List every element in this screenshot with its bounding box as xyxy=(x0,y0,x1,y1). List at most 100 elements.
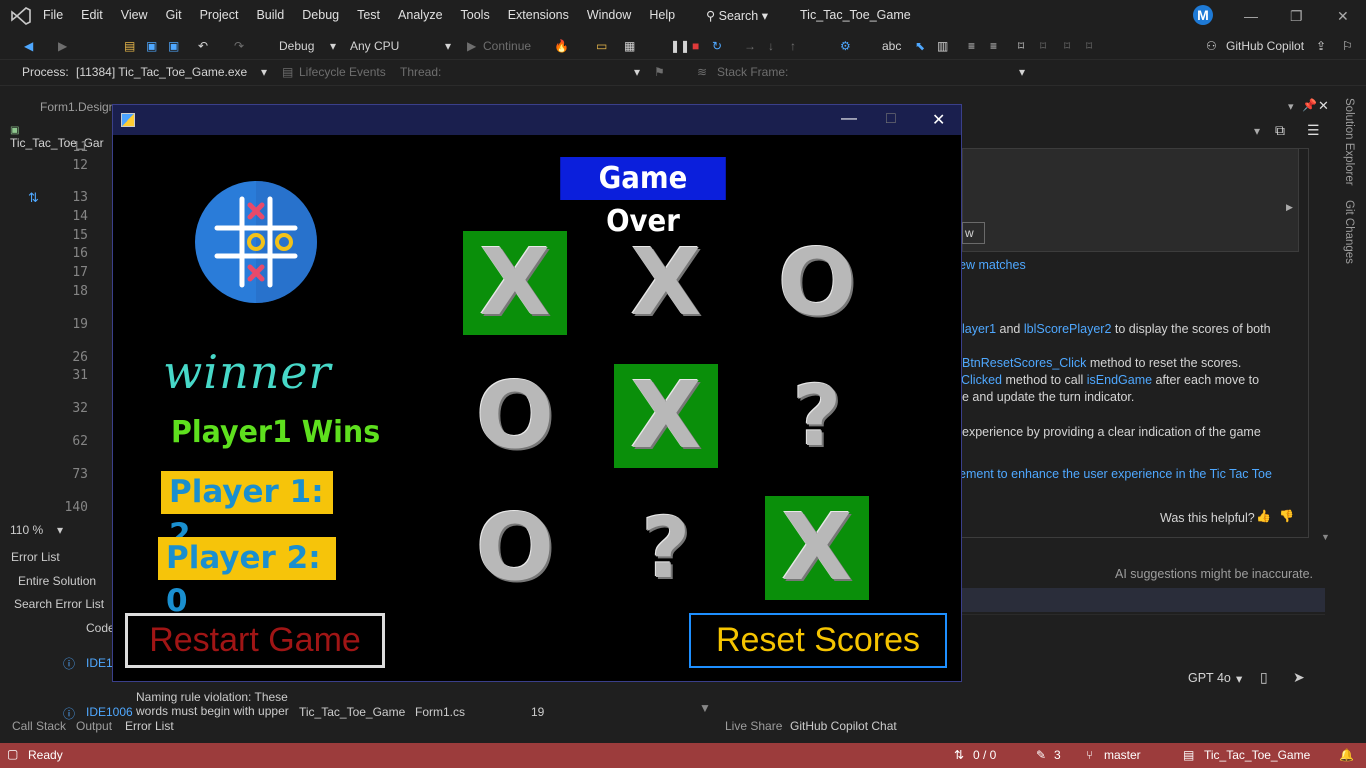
hot-reload-icon[interactable]: 🔥 xyxy=(554,39,569,53)
search-box[interactable]: ⚲ Search ▾ xyxy=(706,8,768,23)
menu-file[interactable]: File xyxy=(34,8,72,22)
tab-output[interactable]: Output xyxy=(76,719,112,733)
indent-icon[interactable]: ≡ xyxy=(968,39,975,53)
board-cell[interactable]: O xyxy=(765,231,869,335)
search-error-list-input[interactable]: Search Error List xyxy=(14,597,104,611)
redo-icon[interactable]: ↷ xyxy=(234,39,244,53)
save-icon[interactable]: ▣ xyxy=(146,39,157,53)
suggestion-link[interactable]: ement to enhance the user experience in … xyxy=(959,467,1272,481)
outdent-icon[interactable]: ≡ xyxy=(990,39,997,53)
code-ref[interactable]: Clicked xyxy=(961,373,1002,387)
bookmark-next-icon[interactable]: ⌑ xyxy=(1064,39,1070,53)
thumbs-up-icon[interactable]: 👍 xyxy=(1256,509,1271,523)
reset-scores-button[interactable]: Reset Scores xyxy=(689,613,947,668)
menu-edit[interactable]: Edit xyxy=(72,8,112,22)
codelens-icon[interactable]: ⇅ xyxy=(28,190,39,206)
menu-icon[interactable]: ☰ xyxy=(1307,122,1320,139)
notifications-icon[interactable]: 🔔 xyxy=(1339,748,1354,762)
tab-copilot-chat[interactable]: GitHub Copilot Chat xyxy=(790,719,897,733)
view-matches-link[interactable]: ew matches xyxy=(959,258,1026,272)
back-icon[interactable]: ◀ xyxy=(24,39,33,53)
board-cell[interactable]: ? xyxy=(765,364,869,468)
git-changes-tab[interactable]: Git Changes xyxy=(1343,200,1355,264)
menu-build[interactable]: Build xyxy=(247,8,293,22)
sync-count[interactable]: 0 / 0 xyxy=(973,748,996,762)
undo-icon[interactable]: ↶ xyxy=(198,39,208,53)
open-folder-icon[interactable]: ▤ xyxy=(124,39,135,53)
board-cell[interactable]: O xyxy=(463,496,567,600)
minimize-icon[interactable]: — xyxy=(1244,8,1258,24)
board-cell[interactable]: X xyxy=(765,496,869,600)
share-icon[interactable]: ⇪ xyxy=(1316,39,1326,53)
spell-check-icon[interactable]: abc xyxy=(882,39,901,53)
chevron-down-icon[interactable]: ▾ xyxy=(1254,124,1260,138)
view-button[interactable]: w xyxy=(962,222,985,244)
menu-test[interactable]: Test xyxy=(348,8,389,22)
bookmark-clear-icon[interactable]: ⌑ xyxy=(1086,39,1092,53)
menu-extensions[interactable]: Extensions xyxy=(499,8,578,22)
board-cell[interactable]: X xyxy=(614,364,718,468)
bookmark-icon[interactable]: ⌑ xyxy=(1018,39,1024,53)
code-column-header[interactable]: Code xyxy=(86,621,115,635)
menu-view[interactable]: View xyxy=(112,8,157,22)
copilot-button[interactable]: GitHub Copilot xyxy=(1226,39,1304,53)
forward-icon[interactable]: ▶ xyxy=(58,39,67,53)
save-all-icon[interactable]: ▣ xyxy=(168,39,179,53)
repo-name[interactable]: Tic_Tac_Toe_Game xyxy=(1204,748,1310,762)
tab-call-stack[interactable]: Call Stack xyxy=(12,719,66,733)
layout-icon[interactable]: ▥ xyxy=(937,39,948,53)
menu-git[interactable]: Git xyxy=(157,8,191,22)
zoom-level[interactable]: 110 % xyxy=(10,523,43,537)
scroll-down-icon[interactable]: ▼ xyxy=(1321,532,1330,542)
board-cell[interactable]: X xyxy=(463,231,567,335)
stop-icon[interactable]: ■ xyxy=(692,39,699,53)
attach-icon[interactable]: ▯ xyxy=(1260,669,1268,686)
folder-icon[interactable]: ▭ xyxy=(596,39,607,53)
restart-icon[interactable]: ↻ xyxy=(712,39,722,53)
restart-game-button[interactable]: Restart Game xyxy=(125,613,385,668)
scope-dropdown[interactable]: Entire Solution xyxy=(18,574,96,588)
close-icon[interactable]: ✕ xyxy=(932,110,945,130)
menu-debug[interactable]: Debug xyxy=(293,8,348,22)
flag-icon[interactable]: ⚑ xyxy=(654,65,665,79)
scroll-down-icon[interactable]: ▼ xyxy=(699,701,711,715)
platform-dropdown[interactable]: Any CPU xyxy=(350,39,399,53)
lifecycle-events-dropdown[interactable]: Lifecycle Events xyxy=(299,65,386,79)
process-dropdown[interactable]: [11384] Tic_Tac_Toe_Game.exe xyxy=(76,65,247,79)
menu-help[interactable]: Help xyxy=(640,8,684,22)
code-ref[interactable]: BtnResetScores_Click xyxy=(962,356,1086,370)
pending-changes[interactable]: 3 xyxy=(1054,748,1061,762)
new-thread-icon[interactable]: ⧉ xyxy=(1275,122,1285,139)
step-into-icon[interactable]: ↓ xyxy=(768,39,774,53)
error-code[interactable]: IDE1006 xyxy=(86,705,133,719)
model-selector[interactable]: GPT 4o xyxy=(1188,671,1231,685)
tab-error-list[interactable]: Error List xyxy=(125,719,174,733)
code-ref[interactable]: lblScorePlayer2 xyxy=(1024,322,1112,336)
board-cell[interactable]: O xyxy=(463,364,567,468)
board-cell[interactable]: ? xyxy=(614,496,718,600)
feedback-icon[interactable]: ⚐ xyxy=(1342,39,1353,53)
code-ref[interactable]: layer1 xyxy=(962,322,996,336)
menu-window[interactable]: Window xyxy=(578,8,640,22)
pause-icon[interactable]: ❚❚ xyxy=(670,39,690,53)
bookmark-prev-icon[interactable]: ⌑ xyxy=(1040,39,1046,53)
board-cell[interactable]: X xyxy=(614,231,718,335)
minimize-icon[interactable]: — xyxy=(841,110,857,128)
menu-tools[interactable]: Tools xyxy=(452,8,499,22)
breakpoint-tool-icon[interactable]: ⚙ xyxy=(840,39,851,53)
select-icon[interactable]: ⬉ xyxy=(915,39,925,53)
tab-live-share[interactable]: Live Share xyxy=(725,719,782,733)
window-icon[interactable]: ▦ xyxy=(624,39,635,53)
step-out-icon[interactable]: ↑ xyxy=(790,39,796,53)
menu-analyze[interactable]: Analyze xyxy=(389,8,451,22)
scroll-right-icon[interactable]: ▶ xyxy=(1286,202,1293,213)
branch-name[interactable]: master xyxy=(1104,748,1141,762)
solution-explorer-tab[interactable]: Solution Explorer xyxy=(1343,98,1355,186)
close-icon[interactable]: ✕ xyxy=(1337,8,1349,25)
thumbs-down-icon[interactable]: 👎 xyxy=(1279,509,1294,523)
close-panel-icon[interactable]: ✕ xyxy=(1318,98,1329,114)
project-selector[interactable]: ▣ Tic_Tac_Toe_Gar xyxy=(10,122,114,150)
avatar[interactable]: M xyxy=(1193,5,1213,25)
send-icon[interactable]: ➤ xyxy=(1293,669,1305,686)
code-ref[interactable]: isEndGame xyxy=(1087,373,1152,387)
